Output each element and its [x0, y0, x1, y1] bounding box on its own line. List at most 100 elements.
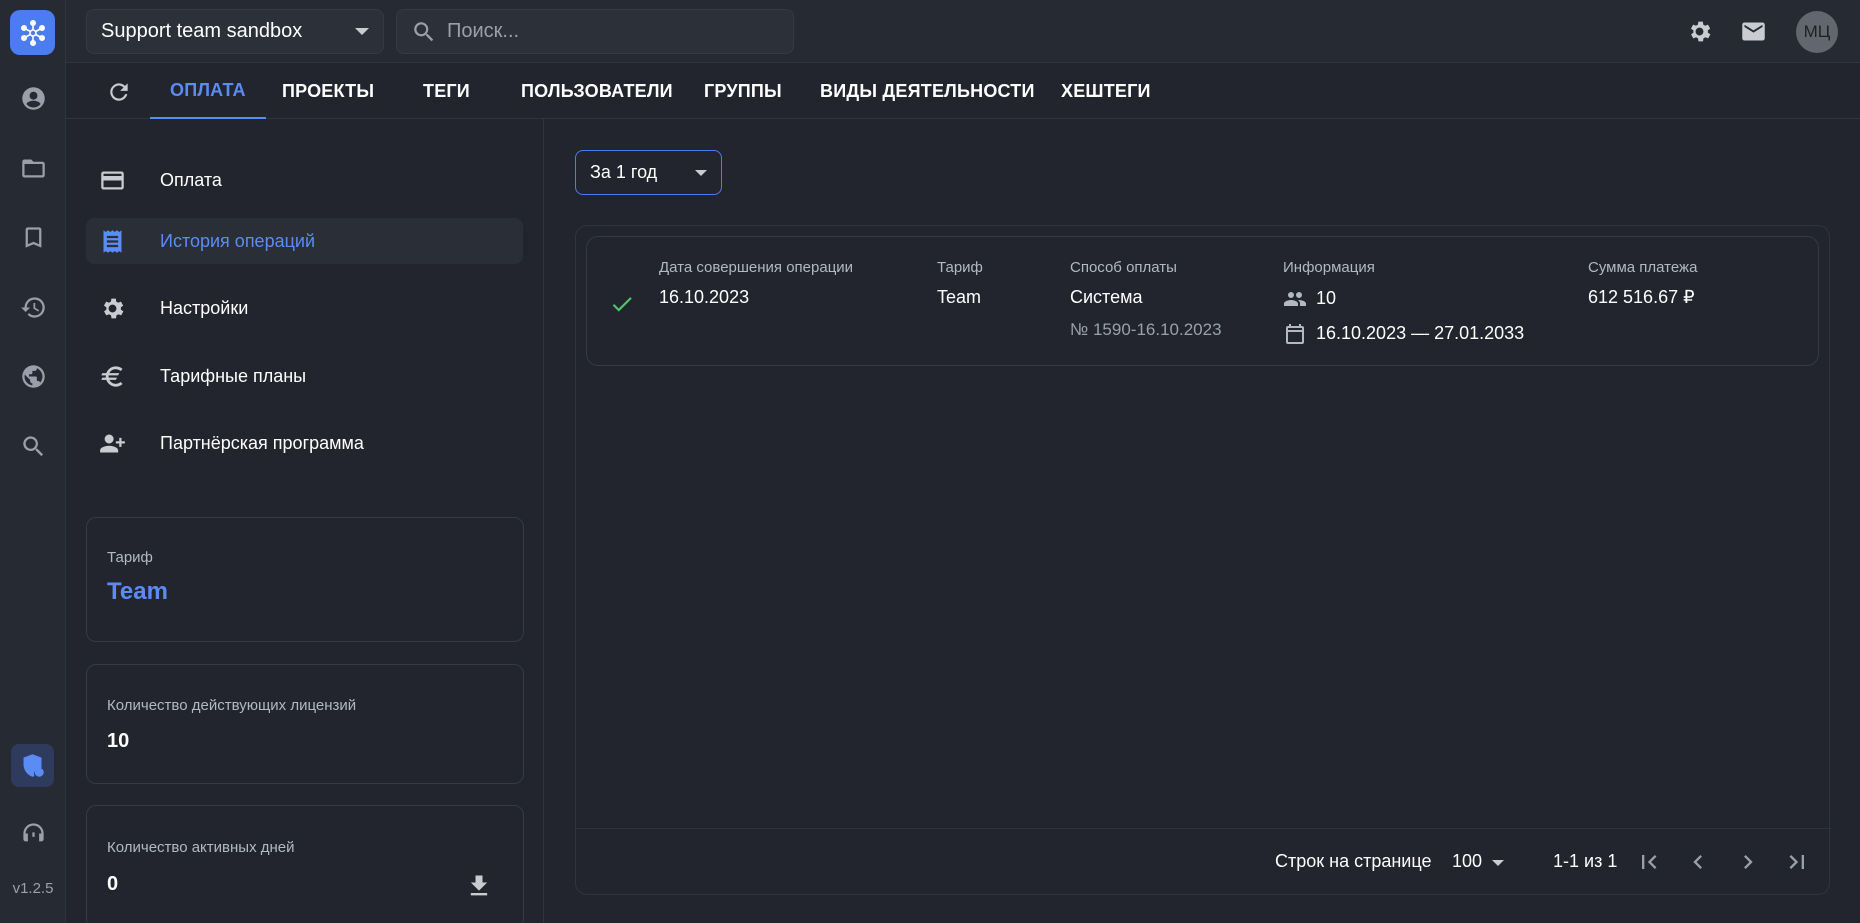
cell-users-count: 10: [1316, 288, 1337, 308]
cell-method-ref: № 1590-16.10.2023: [1070, 320, 1222, 339]
rows-per-page-label: Строк на странице: [1275, 851, 1432, 871]
active-days-label: Количество активных дней: [107, 839, 295, 856]
menu-item-label: Партнёрская программа: [160, 432, 364, 453]
users-icon: [1283, 287, 1307, 311]
last-page-button[interactable]: [1783, 848, 1811, 876]
download-button[interactable]: [465, 872, 493, 900]
menu-item-tariff-plans[interactable]: Тарифные планы: [86, 353, 523, 399]
tariff-card: Тариф Team: [86, 517, 524, 642]
rail-projects[interactable]: [15, 150, 51, 186]
col-date-header: Дата совершения операции: [659, 259, 854, 276]
app-root: v1.2.5 Support team sandbox МЦ ОПЛАТА ПР…: [0, 0, 1860, 923]
chevron-right-icon: [1744, 855, 1753, 869]
next-page-button[interactable]: [1734, 848, 1762, 876]
cell-amount: 612 516.67 ₽: [1588, 287, 1695, 307]
chevron-down-icon: [355, 28, 369, 35]
history-icon: [20, 296, 45, 318]
rows-per-page-select[interactable]: 100: [1452, 851, 1482, 872]
tab-activity-types[interactable]: ВИДЫ ДЕЯТЕЛЬНОСТИ: [820, 63, 1035, 119]
workspace-select[interactable]: Support team sandbox: [86, 9, 384, 54]
operations-history: За 1 год Дата совершения операции 16.10.…: [545, 119, 1860, 923]
account-circle-icon: [21, 86, 45, 110]
cell-period: 16.10.2023 — 27.01.2033: [1316, 323, 1525, 343]
folder-icon: [21, 159, 45, 177]
payment-menu: Оплата История операций Настройки Тарифн…: [66, 119, 544, 923]
tab-projects[interactable]: ПРОЕКТЫ: [282, 63, 374, 119]
licenses-label: Количество действующих лицензий: [107, 697, 357, 714]
gear-icon: [103, 298, 124, 319]
rail-support[interactable]: [15, 815, 51, 851]
period-select[interactable]: За 1 год: [575, 150, 722, 195]
mail-icon: [1741, 22, 1765, 40]
settings-button[interactable]: [1682, 14, 1716, 48]
menu-item-label: Тарифные планы: [160, 365, 307, 386]
rail-bookmarks[interactable]: [15, 219, 51, 255]
status-success-icon: [609, 291, 635, 317]
search-input[interactable]: [447, 20, 767, 43]
rail-search[interactable]: [15, 428, 51, 464]
menu-item-settings[interactable]: Настройки: [86, 285, 523, 331]
chevron-left-icon: [1693, 855, 1702, 869]
period-value: За 1 год: [590, 162, 658, 182]
calendar-icon: [1283, 322, 1307, 346]
tariff-value: Team: [107, 578, 168, 605]
search-box: [396, 9, 794, 54]
rail-admin[interactable]: [11, 744, 54, 787]
left-rail: v1.2.5: [0, 0, 66, 923]
licenses-card: Количество действующих лицензий 10: [86, 664, 524, 784]
active-days-value: 0: [107, 873, 119, 895]
download-icon: [470, 875, 488, 896]
tab-hashtags[interactable]: ХЕШТЕГИ: [1061, 63, 1151, 119]
table-row: Дата совершения операции 16.10.2023 Тари…: [586, 236, 1819, 366]
rail-profile[interactable]: [15, 80, 51, 116]
table-pagination: Строк на странице 100 1-1 из 1: [576, 828, 1831, 894]
tab-tags[interactable]: ТЕГИ: [423, 63, 470, 119]
col-info-header: Информация: [1283, 259, 1375, 276]
support-headset-icon: [22, 822, 44, 841]
first-page-icon: [1642, 855, 1657, 869]
licenses-value: 10: [107, 730, 130, 752]
operations-table: Дата совершения операции 16.10.2023 Тари…: [575, 225, 1831, 895]
refresh-button[interactable]: [104, 77, 134, 107]
active-days-card: Количество активных дней 0: [86, 805, 524, 923]
col-amount-header: Сумма платежа: [1588, 259, 1698, 276]
tab-payment[interactable]: ОПЛАТА: [150, 63, 266, 119]
menu-item-operations-history[interactable]: История операций: [86, 218, 523, 264]
tab-users[interactable]: ПОЛЬЗОВАТЕЛИ: [521, 63, 673, 119]
col-method-header: Способ оплаты: [1070, 259, 1177, 276]
page-range: 1-1 из 1: [1553, 851, 1618, 871]
euro-icon: [101, 366, 123, 387]
menu-item-label: Настройки: [160, 297, 249, 318]
last-page-icon: [1789, 855, 1804, 869]
messages-button[interactable]: [1736, 14, 1770, 48]
rail-globe[interactable]: [15, 358, 51, 394]
search-icon: [414, 21, 434, 41]
user-avatar[interactable]: МЦ: [1796, 11, 1838, 53]
logo-icon: [20, 19, 45, 46]
tariff-label: Тариф: [107, 549, 153, 566]
cell-tariff: Team: [937, 287, 982, 307]
first-page-button[interactable]: [1635, 848, 1663, 876]
tab-groups[interactable]: ГРУППЫ: [704, 63, 782, 119]
app-logo[interactable]: [10, 10, 55, 55]
admin-shield-icon: [23, 754, 44, 777]
refresh-icon: [110, 83, 128, 101]
rail-history[interactable]: [15, 289, 51, 325]
add-user-icon: [100, 434, 125, 453]
globe-icon: [21, 364, 45, 388]
menu-item-payment[interactable]: Оплата: [86, 157, 523, 203]
top-bar: Support team sandbox МЦ: [66, 0, 1860, 63]
bookmark-icon: [25, 226, 41, 248]
menu-item-partner-program[interactable]: Партнёрская программа: [86, 420, 523, 466]
menu-item-label: История операций: [160, 230, 316, 251]
menu-item-label: Оплата: [160, 169, 222, 190]
section-tabs: ОПЛАТА ПРОЕКТЫ ТЕГИ ПОЛЬЗОВАТЕЛИ ГРУППЫ …: [66, 63, 1860, 119]
cell-method: Система: [1070, 287, 1143, 307]
chevron-down-icon: [695, 169, 707, 176]
app-version: v1.2.5: [12, 880, 54, 897]
credit-card-icon: [101, 171, 124, 190]
prev-page-button[interactable]: [1684, 848, 1712, 876]
search-icon: [22, 435, 43, 456]
col-tariff-header: Тариф: [937, 259, 983, 276]
receipt-icon: [103, 230, 122, 253]
